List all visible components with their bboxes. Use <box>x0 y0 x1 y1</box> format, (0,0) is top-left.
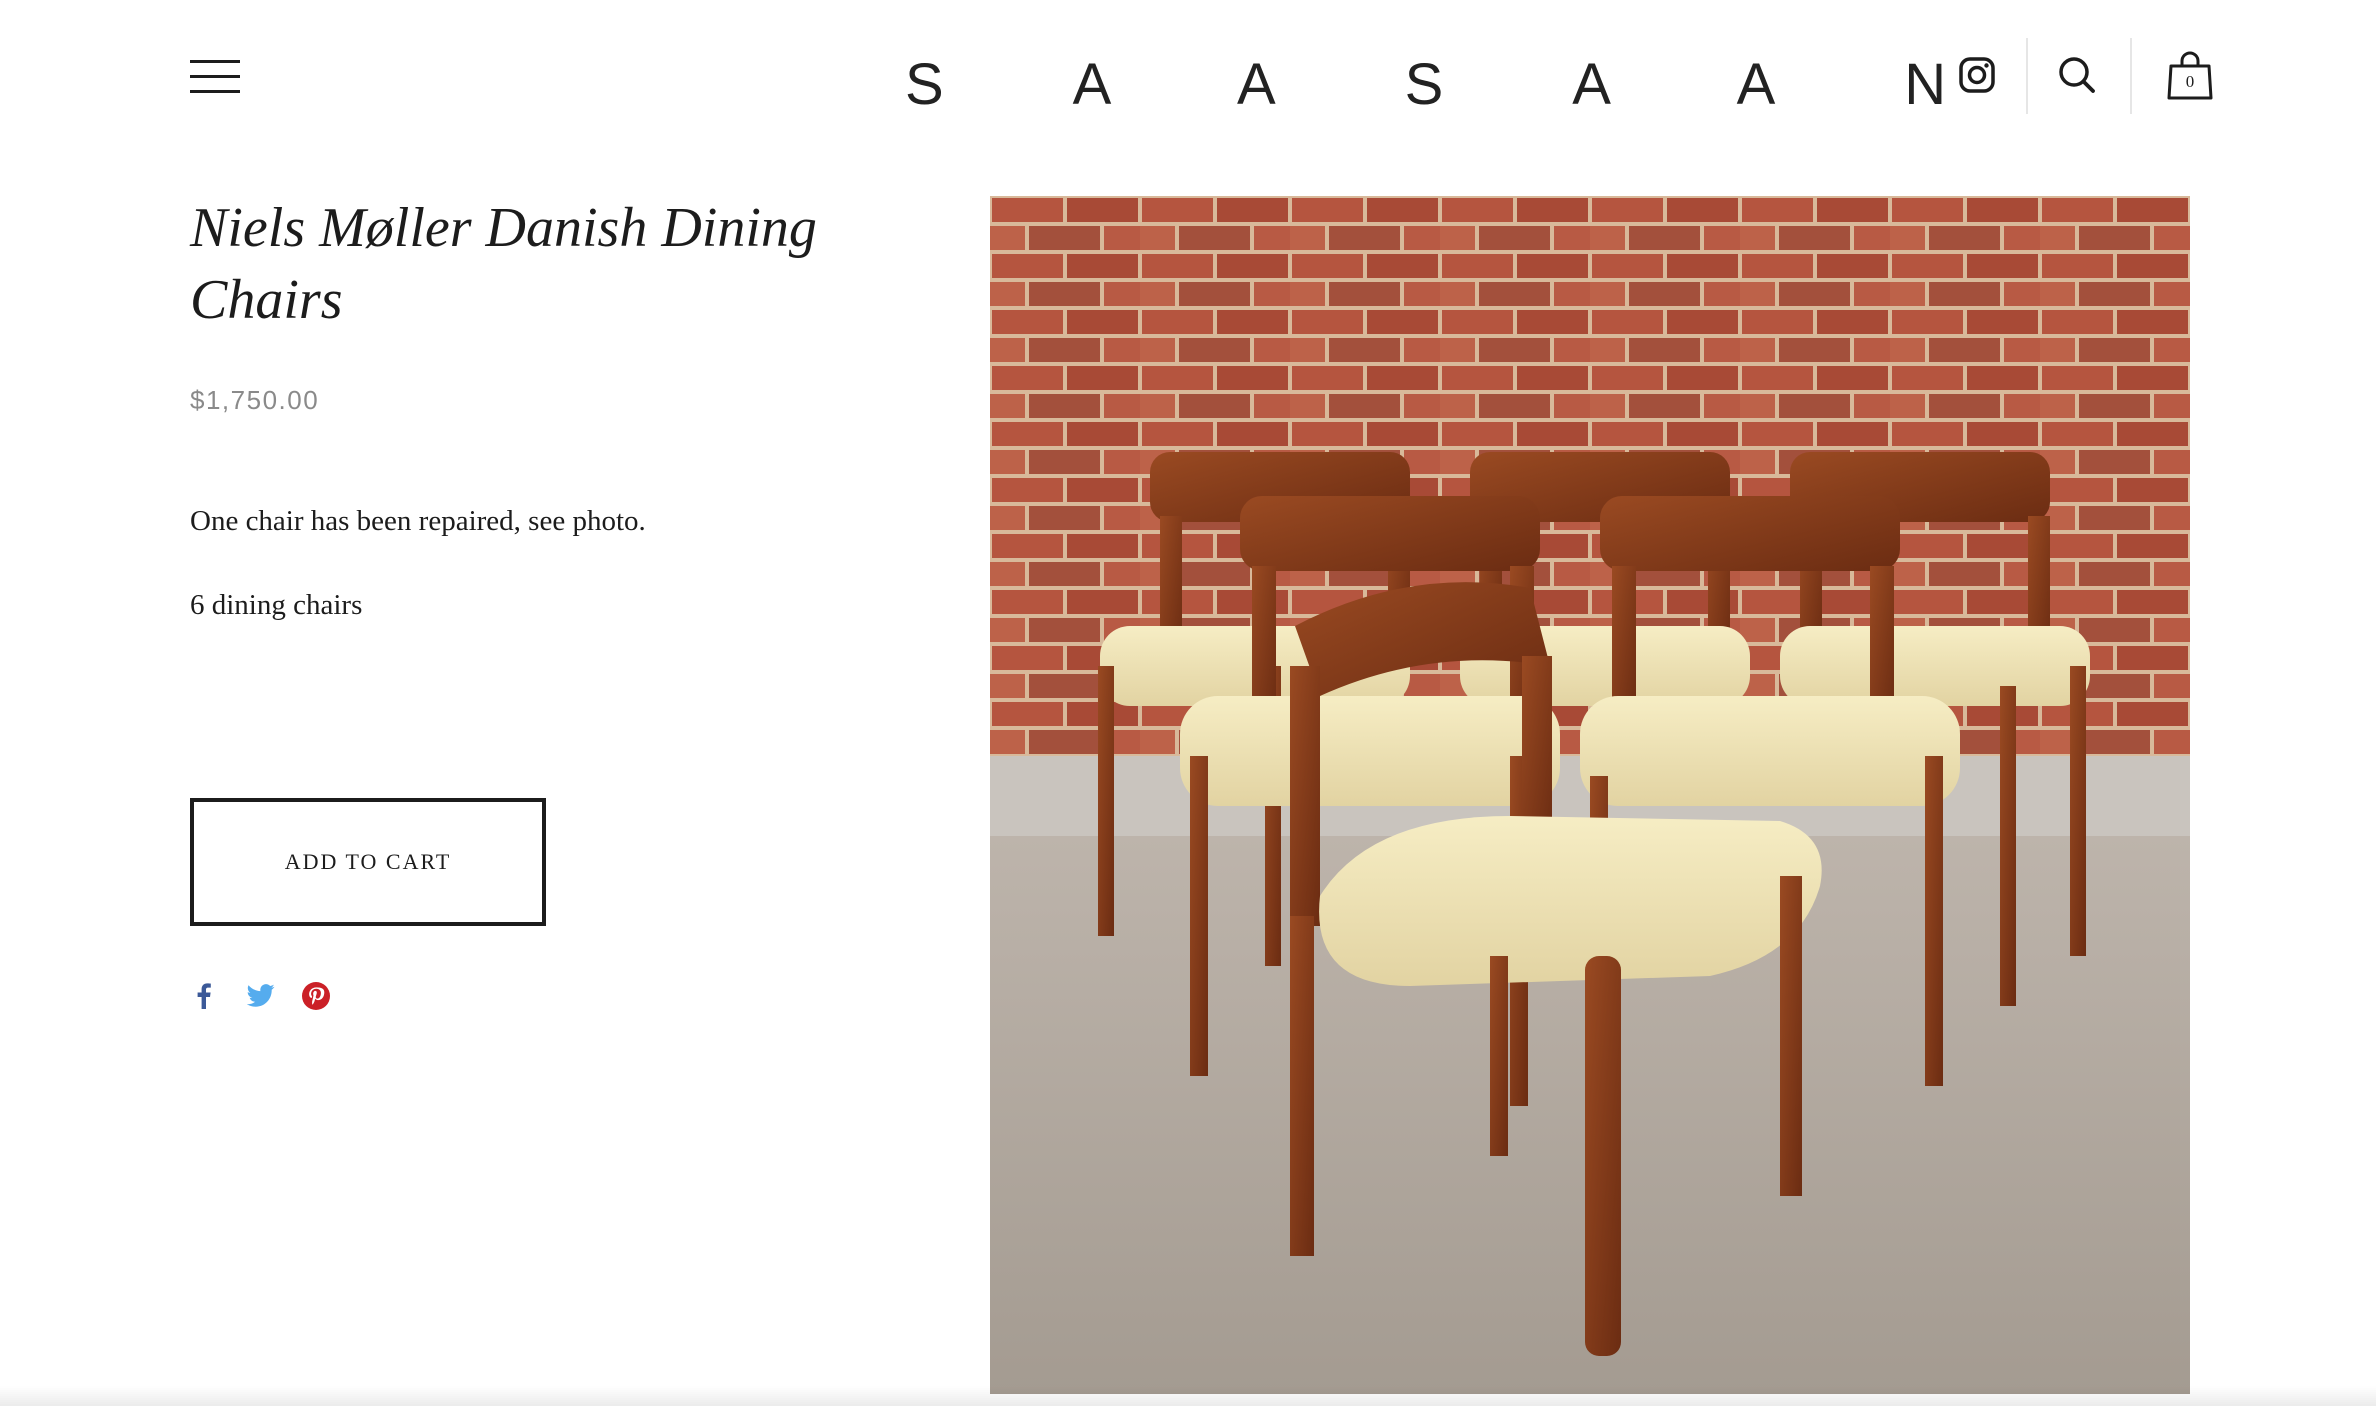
instagram-icon[interactable] <box>1950 48 2004 102</box>
product-description-line: 6 dining chairs <box>190 589 363 621</box>
shopping-bag-icon[interactable]: 0 <box>2160 46 2220 106</box>
product-description-line: One chair has been repaired, see photo. <box>190 505 646 537</box>
pinterest-icon[interactable] <box>298 978 334 1014</box>
search-icon[interactable] <box>2050 48 2104 102</box>
twitter-icon[interactable] <box>243 978 279 1014</box>
menu-icon[interactable] <box>190 60 242 96</box>
product-photo[interactable] <box>990 196 2190 1394</box>
header-divider <box>2026 38 2028 114</box>
product-page: S A A S A A N 0 Niels Møller Danish Dini… <box>0 0 2376 1406</box>
cart-count: 0 <box>2185 72 2195 91</box>
add-to-cart-button[interactable]: ADD TO CART <box>190 798 546 926</box>
store-logo[interactable]: S A A S A A N <box>905 50 1946 120</box>
page-bottom-shadow <box>0 1386 2376 1406</box>
product-title: Niels Møller Danish Dining Chairs <box>190 197 817 331</box>
product-price: $1,750.00 <box>190 385 320 415</box>
header-divider <box>2130 38 2132 114</box>
facebook-icon[interactable] <box>186 978 222 1014</box>
